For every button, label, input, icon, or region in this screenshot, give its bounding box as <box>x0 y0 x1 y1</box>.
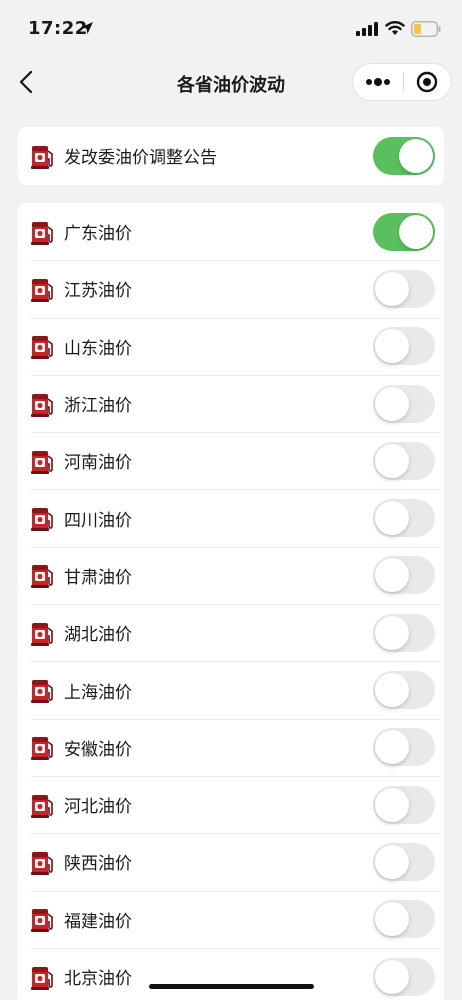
miniprogram-capsule <box>352 63 452 101</box>
province-label: 安徽油价 <box>64 739 132 760</box>
more-dots-icon <box>365 78 390 86</box>
province-toggle-8[interactable] <box>373 671 435 710</box>
fuel-pump-icon <box>31 622 53 646</box>
province-toggle-11[interactable] <box>373 842 435 881</box>
screen: 17:22 各省油价波动 发改委油价调整公告 广东油价 江苏油价 山东油价 浙江… <box>0 0 462 1000</box>
close-button[interactable] <box>403 64 451 100</box>
province-toggle-1[interactable] <box>373 269 435 308</box>
province-row-8: 上海油价 <box>18 661 444 718</box>
province-toggle-5[interactable] <box>373 499 435 538</box>
fuel-pump-icon <box>31 909 53 933</box>
province-toggle-10[interactable] <box>373 785 435 824</box>
province-label: 甘肃油价 <box>64 567 132 588</box>
province-row-13: 北京油价 <box>18 947 444 1000</box>
province-label: 浙江油价 <box>64 396 132 417</box>
fuel-pump-icon <box>31 393 53 417</box>
fuel-pump-icon <box>31 966 53 990</box>
province-row-10: 河北油价 <box>18 775 444 833</box>
fuel-pump-icon <box>31 221 53 245</box>
province-label: 广东油价 <box>64 224 132 245</box>
province-label: 山东油价 <box>64 338 132 359</box>
toggle-knob <box>375 787 409 822</box>
province-label: 河南油价 <box>64 453 132 474</box>
toggle-knob <box>399 138 433 173</box>
toggle-knob <box>375 501 409 536</box>
province-row-9: 安徽油价 <box>18 718 444 776</box>
toggle-knob <box>399 214 433 249</box>
fuel-pump-icon <box>31 508 53 532</box>
status-time: 17:22 <box>28 18 88 39</box>
fuel-pump-icon <box>31 145 53 169</box>
province-toggle-6[interactable] <box>373 556 435 595</box>
fuel-pump-icon <box>31 794 53 818</box>
location-arrow-icon <box>81 22 93 34</box>
toggle-knob <box>375 615 409 650</box>
province-toggle-12[interactable] <box>373 900 435 939</box>
fuel-pump-icon <box>31 680 53 704</box>
toggle-knob <box>375 673 409 708</box>
fuel-pump-icon <box>31 450 53 474</box>
toggle-knob <box>375 443 409 478</box>
province-row-1: 江苏油价 <box>18 260 444 317</box>
province-row-4: 河南油价 <box>18 432 444 489</box>
province-label: 湖北油价 <box>64 625 132 646</box>
province-row-5: 四川油价 <box>18 489 444 546</box>
cellular-signal-icon <box>356 22 378 36</box>
province-label: 福建油价 <box>64 911 132 932</box>
announcement-toggle[interactable] <box>373 136 435 175</box>
province-label: 上海油价 <box>64 682 132 703</box>
province-toggle-4[interactable] <box>373 441 435 480</box>
toggle-knob <box>375 730 409 765</box>
province-row-3: 浙江油价 <box>18 374 444 432</box>
province-label: 四川油价 <box>64 510 132 531</box>
announcement-row: 发改委油价调整公告 <box>18 127 444 184</box>
province-toggle-2[interactable] <box>373 327 435 366</box>
toggle-knob <box>375 959 409 994</box>
toggle-knob <box>375 558 409 593</box>
fuel-pump-icon <box>31 278 53 302</box>
province-row-7: 湖北油价 <box>18 604 444 661</box>
province-row-6: 甘肃油价 <box>18 546 444 604</box>
province-toggle-13[interactable] <box>373 957 435 996</box>
province-label: 江苏油价 <box>64 281 132 302</box>
fuel-pump-icon <box>31 851 53 875</box>
status-bar: 17:22 <box>0 0 462 60</box>
fuel-pump-icon <box>31 737 53 761</box>
province-toggle-9[interactable] <box>373 728 435 767</box>
announcement-label: 发改委油价调整公告 <box>64 148 217 169</box>
nav-bar: 各省油价波动 <box>0 60 462 104</box>
home-indicator <box>149 984 314 989</box>
province-list: 广东油价 江苏油价 山东油价 浙江油价 河南油价 四川油价 甘肃油价 湖北油价 … <box>18 203 444 1000</box>
toggle-knob <box>375 271 409 306</box>
announcement-card: 发改委油价调整公告 <box>18 127 444 185</box>
more-button[interactable] <box>353 64 403 100</box>
province-toggle-7[interactable] <box>373 613 435 652</box>
toggle-knob <box>375 902 409 937</box>
province-row-2: 山东油价 <box>18 317 444 375</box>
toggle-knob <box>375 844 409 879</box>
province-row-0: 广东油价 <box>18 203 444 260</box>
toggle-knob <box>375 386 409 421</box>
wifi-icon <box>385 21 405 35</box>
province-toggle-3[interactable] <box>373 384 435 423</box>
province-row-12: 福建油价 <box>18 890 444 948</box>
miniprogram-close-icon <box>417 71 438 93</box>
province-label: 陕西油价 <box>64 854 132 875</box>
province-toggle-0[interactable] <box>373 212 435 251</box>
fuel-pump-icon <box>31 336 53 360</box>
fuel-pump-icon <box>31 565 53 589</box>
toggle-knob <box>375 329 409 364</box>
province-label: 河北油价 <box>64 797 132 818</box>
battery-low-icon <box>411 21 441 37</box>
province-row-11: 陕西油价 <box>18 833 444 890</box>
